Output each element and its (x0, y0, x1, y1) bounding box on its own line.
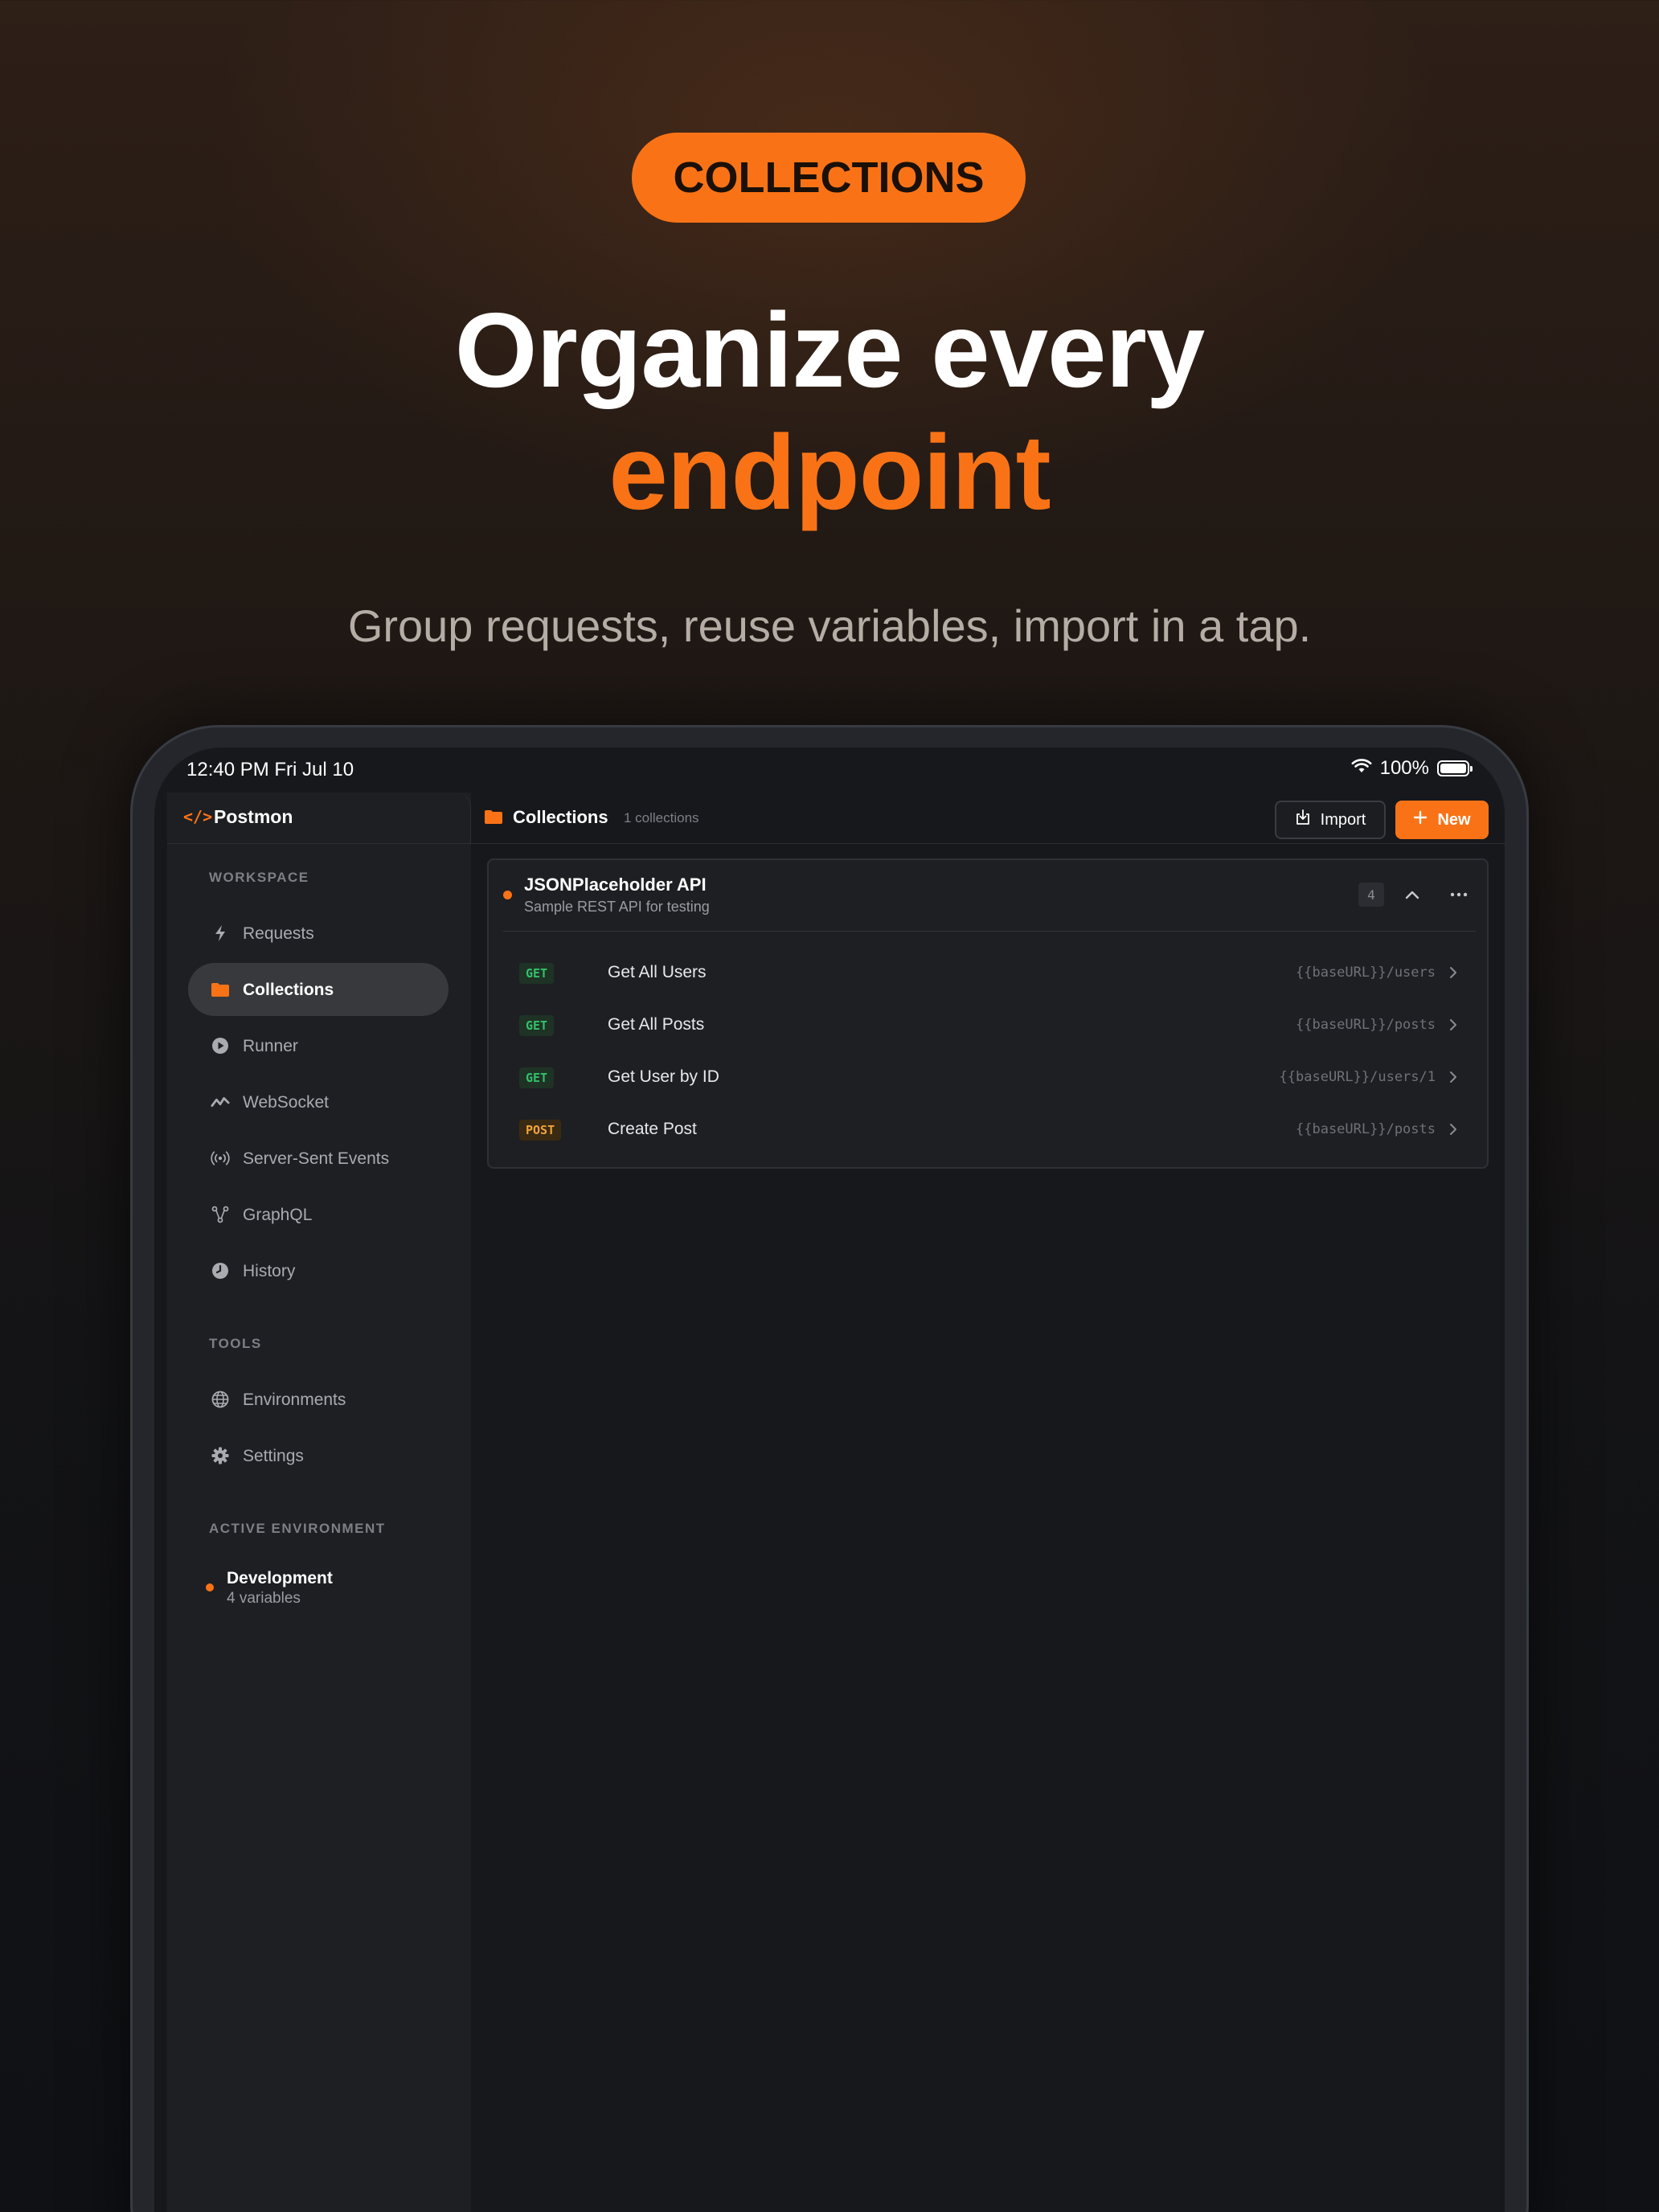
import-button[interactable]: Import (1275, 801, 1386, 839)
gear-icon (211, 1446, 230, 1465)
plus-icon (1413, 810, 1428, 830)
env-vars: 4 variables (227, 1590, 301, 1607)
request-name: Get All Posts (608, 1015, 705, 1034)
play-icon (211, 1036, 230, 1055)
battery-percent: 100% (1379, 757, 1429, 779)
sidebar-item-label: Server-Sent Events (243, 1149, 390, 1168)
request-row[interactable]: GET Get All Users {{baseURL}}/users (489, 947, 1490, 998)
sidebar-item-environments[interactable]: Environments (188, 1373, 449, 1426)
env-status-dot (206, 1583, 214, 1591)
new-button[interactable]: New (1395, 801, 1489, 839)
battery-icon (1437, 760, 1473, 776)
page-title: Collections (513, 807, 608, 827)
sidebar-item-server-sent-events[interactable]: Server-Sent Events (188, 1132, 449, 1185)
graph-icon (211, 1205, 230, 1224)
method-badge: POST (519, 1120, 562, 1141)
folder-icon (211, 980, 230, 999)
app-name: Postmon (214, 806, 293, 827)
broadcast-icon (211, 1149, 230, 1168)
sidebar-header: </> Postmon (167, 793, 471, 844)
request-row[interactable]: GET Get User by ID {{baseURL}}/users/1 (489, 1051, 1490, 1103)
active-environment-label: ACTIVE ENVIRONMENT (209, 1521, 386, 1536)
sidebar-item-websocket[interactable]: WebSocket (188, 1075, 449, 1129)
wave-icon (211, 1092, 230, 1112)
chevron-right-icon (1445, 1017, 1461, 1033)
sidebar-item-label: WebSocket (243, 1093, 329, 1112)
sidebar-item-label: Runner (243, 1037, 298, 1055)
sidebar-item-requests[interactable]: Requests (188, 907, 449, 960)
sidebar-item-label: Settings (243, 1447, 304, 1465)
divider (503, 931, 1476, 932)
sidebar: </> Postmon WORKSPACE Requests Collectio… (167, 793, 471, 2212)
request-count-badge: 4 (1358, 883, 1384, 907)
status-time: 12:40 PM Fri Jul 10 (186, 759, 354, 780)
wifi-icon (1351, 757, 1372, 780)
chevron-right-icon (1445, 965, 1461, 981)
sidebar-item-label: GraphQL (243, 1206, 313, 1224)
hero-subtitle: Group requests, reuse variables, import … (347, 600, 1312, 651)
collections-badge: COLLECTIONS (632, 133, 1026, 223)
import-icon (1295, 809, 1311, 830)
collection-name[interactable]: JSONPlaceholder API (524, 875, 707, 895)
sidebar-item-label: History (243, 1262, 296, 1280)
main-panel: Collections 1 collections Import New JSO… (471, 793, 1505, 2212)
top-bar: Collections 1 collections Import New (471, 793, 1505, 844)
globe-icon (211, 1390, 230, 1409)
env-name: Development (227, 1569, 333, 1587)
chevron-right-icon (1445, 1069, 1461, 1085)
collection-card: JSONPlaceholder API Sample REST API for … (487, 858, 1489, 1169)
request-row[interactable]: POST Create Post {{baseURL}}/posts (489, 1104, 1490, 1155)
request-row[interactable]: GET Get All Posts {{baseURL}}/posts (489, 999, 1490, 1051)
headline-line-1: Organize every (454, 291, 1206, 409)
method-badge: GET (519, 963, 555, 984)
request-name: Get User by ID (608, 1067, 719, 1086)
code-icon: </> (183, 807, 213, 826)
tools-label: TOOLS (209, 1336, 262, 1351)
status-right: 100% (1351, 757, 1473, 780)
tablet-screen: 12:40 PM Fri Jul 10 100% </> Postmon WOR… (154, 748, 1505, 2212)
sidebar-item-label: Collections (243, 981, 334, 999)
method-badge: GET (519, 1015, 555, 1036)
request-url: {{baseURL}}/users/1 (1279, 1069, 1436, 1085)
folder-icon (484, 809, 503, 829)
sidebar-item-label: Requests (243, 924, 314, 943)
collections-count: 1 collections (624, 810, 699, 825)
import-label: Import (1320, 810, 1366, 829)
request-name: Create Post (608, 1120, 697, 1138)
method-badge: GET (519, 1067, 555, 1088)
sidebar-item-collections[interactable]: Collections (188, 963, 449, 1016)
chevron-up-icon[interactable] (1399, 883, 1426, 907)
request-url: {{baseURL}}/posts (1296, 1121, 1436, 1137)
collection-status-dot (503, 891, 512, 899)
status-bar: 12:40 PM Fri Jul 10 100% (154, 748, 1505, 793)
more-options-icon[interactable] (1445, 883, 1473, 907)
sidebar-item-history[interactable]: History (188, 1244, 449, 1297)
headline-line-2: endpoint (608, 413, 1051, 531)
sidebar-item-settings[interactable]: Settings (188, 1429, 449, 1482)
request-name: Get All Users (608, 963, 707, 981)
chevron-right-icon (1445, 1121, 1461, 1137)
sidebar-item-runner[interactable]: Runner (188, 1019, 449, 1072)
sidebar-item-label: Environments (243, 1391, 346, 1409)
request-url: {{baseURL}}/posts (1296, 1017, 1436, 1033)
request-url: {{baseURL}}/users (1296, 965, 1436, 981)
collection-description: Sample REST API for testing (524, 899, 710, 915)
new-label: New (1437, 810, 1471, 829)
bolt-icon (211, 924, 230, 943)
sidebar-item-graphql[interactable]: GraphQL (188, 1188, 449, 1241)
clock-icon (211, 1261, 230, 1280)
workspace-label: WORKSPACE (209, 870, 309, 885)
